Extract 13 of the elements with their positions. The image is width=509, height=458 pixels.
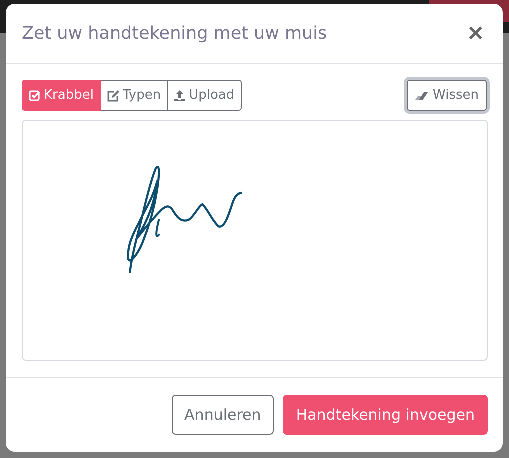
mode-tab[interactable]: Krabbel xyxy=(22,80,101,111)
mode-tab[interactable]: Upload xyxy=(168,80,242,111)
eraser-icon xyxy=(415,90,430,100)
upload-icon xyxy=(174,90,186,102)
dialog-title: Zet uw handtekening met uw muis xyxy=(22,24,328,44)
clear-button[interactable]: Wissen xyxy=(407,80,487,111)
checkbox-icon xyxy=(29,90,41,102)
insert-button[interactable]: Handtekening invoegen xyxy=(283,395,488,435)
cancel-button[interactable]: Annuleren xyxy=(172,395,274,435)
mode-tab[interactable]: Typen xyxy=(100,80,168,111)
pencil-square-icon xyxy=(106,90,120,102)
close-button[interactable]: × xyxy=(464,21,487,46)
signature-pad[interactable] xyxy=(22,120,488,361)
